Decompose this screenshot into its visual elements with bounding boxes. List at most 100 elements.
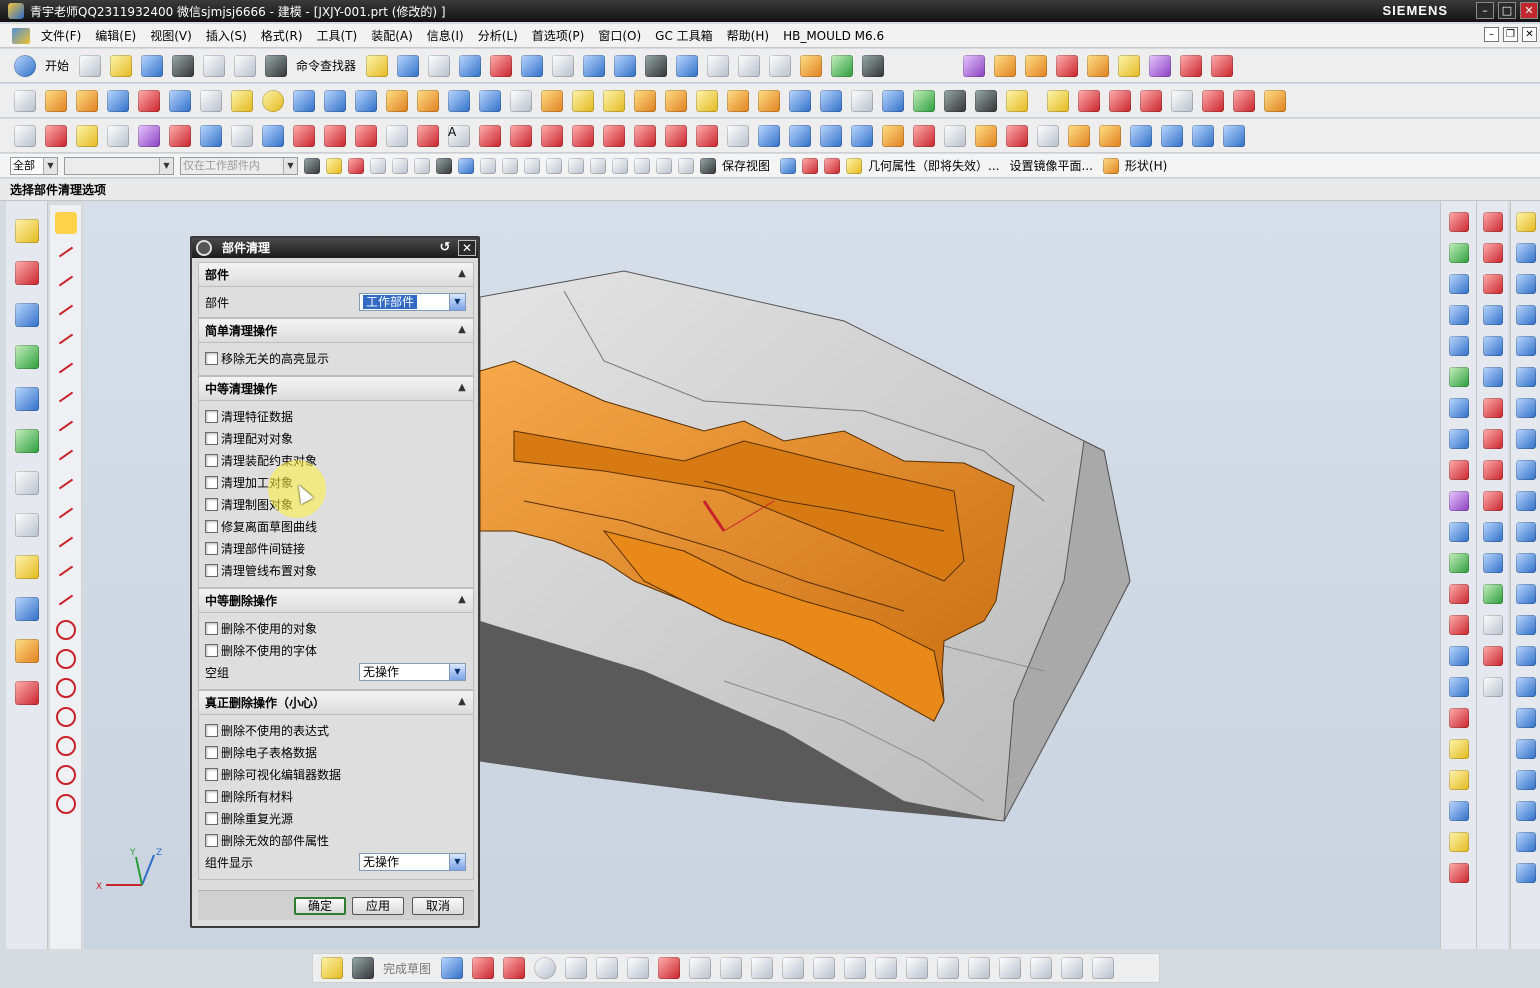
line-icon[interactable] [324, 124, 346, 147]
face-blend-icon[interactable] [1006, 124, 1028, 147]
ok-button[interactable]: 确定 [294, 897, 346, 915]
empty-group-dropdown[interactable]: 无操作 ▼ [359, 663, 466, 681]
checkbox[interactable] [205, 409, 218, 423]
snap-point-on-curve-icon[interactable] [634, 157, 650, 174]
gear-icon[interactable] [196, 240, 212, 256]
dots-icon[interactable] [1482, 553, 1503, 573]
menu-hb-mould[interactable]: HB_MOULD M6.6 [776, 29, 891, 43]
derived-line-icon[interactable] [55, 589, 77, 611]
checkbox[interactable] [205, 453, 218, 467]
constraint-navigator-icon[interactable] [14, 261, 39, 285]
text-icon[interactable]: A [448, 124, 470, 147]
corner-icon[interactable] [55, 502, 77, 524]
checkbox[interactable] [205, 643, 218, 657]
option-row[interactable]: 删除无效的部件属性 [199, 829, 473, 851]
note-icon[interactable] [1448, 832, 1469, 852]
checkbox[interactable] [205, 789, 218, 803]
section-header[interactable]: 中等删除操作 ▲ [199, 589, 473, 613]
pattern-curve-icon[interactable] [55, 531, 77, 553]
option-row[interactable]: 移除无关的高亮显示 [199, 347, 473, 369]
chamfer-icon[interactable] [665, 89, 687, 112]
fit-view-icon[interactable] [490, 54, 513, 77]
option-row[interactable]: 删除不使用的对象 [199, 617, 473, 639]
view-cube-icon[interactable] [676, 54, 699, 77]
trim-sheet-icon[interactable] [1037, 124, 1059, 147]
chamfer-icon[interactable] [55, 415, 77, 437]
new-file-icon[interactable] [79, 54, 102, 77]
checkbox[interactable] [205, 833, 218, 847]
plate-icon[interactable] [1515, 646, 1536, 666]
extrude-icon[interactable] [45, 89, 67, 112]
option-row[interactable]: 清理部件间链接 [199, 537, 473, 559]
relations-icon[interactable] [968, 957, 991, 979]
grid-2-icon[interactable] [1482, 367, 1503, 387]
blend-icon[interactable] [634, 89, 656, 112]
line-tool-icon[interactable] [1448, 429, 1469, 449]
doc-minimize-button[interactable]: – [1484, 27, 1499, 42]
circle-3-icon[interactable] [534, 957, 557, 979]
ellipse-icon[interactable] [55, 649, 76, 669]
zoom-icon[interactable] [521, 54, 544, 77]
intersect-icon[interactable] [603, 89, 625, 112]
extend-icon[interactable] [813, 957, 836, 979]
constraint-icon[interactable] [875, 957, 898, 979]
select-solid-icon[interactable] [458, 157, 474, 174]
doc-close-button[interactable]: ✕ [1522, 27, 1537, 42]
mould-parting-icon[interactable] [1149, 54, 1172, 77]
menu-gc-toolkit[interactable]: GC 工具箱 [648, 27, 720, 44]
mould-part-icon[interactable] [994, 54, 1017, 77]
extract-icon[interactable] [820, 89, 842, 112]
command-finder-button[interactable]: 命令查找器 [296, 57, 356, 74]
measure-icon[interactable] [1448, 677, 1469, 697]
pen-icon[interactable] [1482, 243, 1503, 263]
select-cursor-icon[interactable] [107, 124, 129, 147]
resize-face-icon[interactable] [944, 89, 966, 112]
hatch-icon[interactable] [1448, 491, 1469, 511]
curve-edit-icon[interactable] [1482, 305, 1503, 325]
swept-icon[interactable] [820, 124, 842, 147]
checkbox[interactable] [205, 519, 218, 533]
draft-icon[interactable] [727, 89, 749, 112]
assembly-navigator-icon[interactable] [14, 219, 39, 243]
table-icon[interactable] [1448, 336, 1469, 356]
thicken-icon[interactable] [386, 89, 408, 112]
collapse-icon[interactable]: ▲ [455, 694, 469, 710]
spring-icon[interactable] [1515, 553, 1536, 573]
wcs-dynamic-icon[interactable] [76, 124, 98, 147]
part-navigator-icon[interactable] [14, 303, 39, 327]
revolve-icon[interactable] [76, 89, 98, 112]
option-row[interactable]: 删除电子表格数据 [199, 741, 473, 763]
menu-tools[interactable]: 工具(T) [310, 27, 365, 44]
section-header[interactable]: 真正删除操作（小心） ▲ [199, 691, 473, 715]
option-row[interactable]: 清理配对对象 [199, 427, 473, 449]
show-constraints-icon[interactable] [937, 957, 960, 979]
rectangle-icon[interactable] [386, 124, 408, 147]
shape-menu-button[interactable]: 形状(H) [1125, 157, 1167, 174]
save-view-button[interactable]: 保存视图 [722, 157, 770, 174]
trim-curve-icon[interactable] [665, 124, 687, 147]
convert-ref-icon[interactable] [999, 957, 1022, 979]
menu-window[interactable]: 窗口(O) [591, 27, 648, 44]
cylinder-icon[interactable] [293, 89, 315, 112]
option-row[interactable]: 清理制图对象 [199, 493, 473, 515]
start-menu-button[interactable]: 开始 [45, 57, 69, 74]
angle-circle-icon[interactable] [55, 765, 76, 785]
collapse-icon[interactable]: ▲ [455, 266, 469, 282]
i-form-icon[interactable] [1161, 124, 1183, 147]
maximize-button[interactable]: □ [1498, 2, 1516, 19]
measure-angle-icon[interactable] [1078, 89, 1100, 112]
collapse-icon[interactable]: ▲ [455, 380, 469, 396]
face-analysis-icon[interactable] [1171, 89, 1193, 112]
checkbox[interactable] [205, 811, 218, 825]
roles-icon[interactable] [14, 639, 39, 663]
n-sided-icon[interactable] [882, 124, 904, 147]
point-2-icon[interactable] [689, 957, 712, 979]
conic-icon[interactable] [55, 678, 76, 698]
update-icon[interactable] [1092, 957, 1115, 979]
dialog-close-button[interactable]: ✕ [458, 240, 476, 256]
bolt-icon[interactable] [1515, 460, 1536, 480]
rectangle-2-icon[interactable] [627, 957, 650, 979]
view-front-icon[interactable] [707, 54, 730, 77]
pipe-icon[interactable] [1515, 274, 1536, 294]
polygon-icon[interactable] [510, 124, 532, 147]
